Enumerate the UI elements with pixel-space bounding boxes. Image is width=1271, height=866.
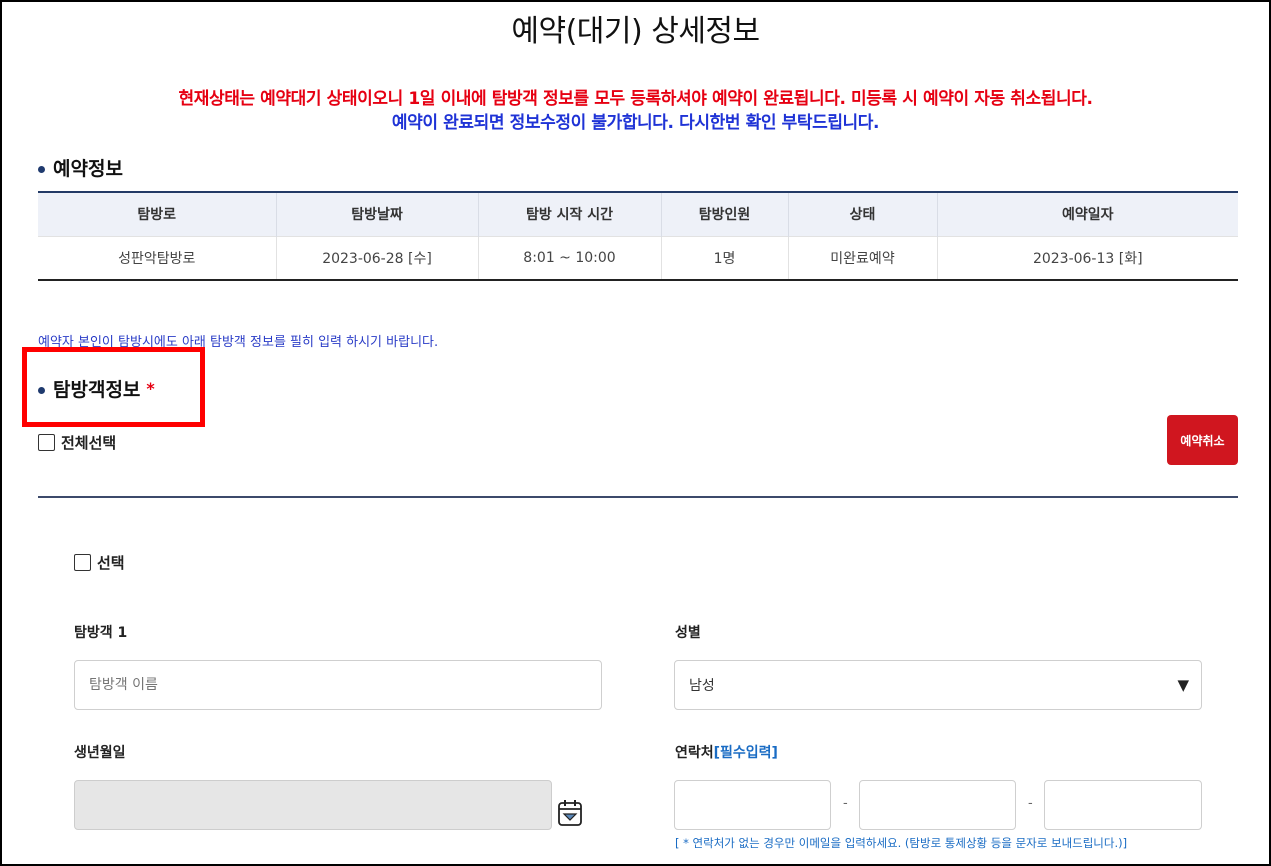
phone-part1-input[interactable] (674, 780, 831, 830)
gender-label: 성별 (675, 625, 701, 641)
section-divider (38, 496, 1238, 498)
page-title: 예약(대기) 상세정보 (511, 14, 760, 49)
pending-notice: 현재상태는 예약대기 상태이오니 1일 이내에 탐방객 정보를 모두 등록하셔야… (178, 89, 1093, 109)
phone-required-text: [필수입력] (713, 745, 778, 761)
phone-label-text: 연락처 (675, 745, 714, 761)
phone-separator: - (1028, 796, 1033, 811)
cell-count: 1명 (660, 235, 788, 280)
select-all-label: 전체선택 (61, 434, 117, 452)
phone-part2-input[interactable] (859, 780, 1016, 830)
phone-separator: - (843, 796, 848, 811)
visitor-name-input[interactable] (74, 660, 602, 710)
cell-start-time: 8:01 ~ 10:00 (477, 235, 661, 280)
reservation-section-title: 예약정보 (38, 154, 123, 181)
cancel-reservation-button[interactable]: 예약취소 (1167, 415, 1238, 465)
gender-select-value: 남성 (689, 678, 715, 694)
col-header-status: 상태 (787, 192, 937, 236)
checkbox-box[interactable] (38, 434, 55, 451)
calendar-icon[interactable] (557, 799, 583, 827)
edit-notice: 예약이 완료되면 정보수정이 불가합니다. 다시한번 확인 부탁드립니다. (391, 113, 880, 133)
phone-part3-input[interactable] (1044, 780, 1202, 830)
highlight-box (22, 347, 205, 427)
select-visitor-checkbox[interactable]: 선택 (74, 552, 125, 573)
col-header-booked-date: 예약일자 (936, 192, 1238, 236)
select-visitor-label: 선택 (97, 554, 125, 572)
cell-booked-date: 2023-06-13 [화] (936, 235, 1238, 280)
select-all-checkbox[interactable]: 전체선택 (38, 432, 116, 453)
cell-trail: 성판악탐방로 (38, 235, 276, 280)
table-header-row: 탐방로 탐방날짜 탐방 시작 시간 탐방인원 상태 예약일자 (38, 192, 1238, 236)
birthdate-label: 생년월일 (74, 745, 126, 761)
col-header-date: 탐방날짜 (275, 192, 478, 236)
phone-label: 연락처[필수입력] (675, 742, 778, 762)
phone-note: [ * 연락처가 없는 경우만 이메일을 입력하세요. (탐방로 통제상황 등을… (675, 836, 1128, 850)
visitor-name-label: 탐방객 1 (74, 625, 128, 641)
col-header-count: 탐방인원 (660, 192, 788, 236)
table-row: 성판악탐방로 2023-06-28 [수] 8:01 ~ 10:00 1명 미완… (38, 235, 1238, 280)
checkbox-box[interactable] (74, 554, 91, 571)
bullet-icon (38, 166, 45, 173)
reservation-table: 탐방로 탐방날짜 탐방 시작 시간 탐방인원 상태 예약일자 성판악탐방로 20… (38, 191, 1238, 281)
cell-date: 2023-06-28 [수] (275, 235, 478, 280)
gender-select[interactable]: 남성 ▼ (674, 660, 1202, 710)
cell-status: 미완료예약 (787, 235, 937, 280)
reservation-section-label: 예약정보 (53, 158, 123, 180)
col-header-start-time: 탐방 시작 시간 (477, 192, 661, 236)
dropdown-arrow-icon: ▼ (1177, 676, 1189, 694)
birthdate-input (74, 780, 552, 830)
col-header-trail: 탐방로 (38, 192, 276, 236)
